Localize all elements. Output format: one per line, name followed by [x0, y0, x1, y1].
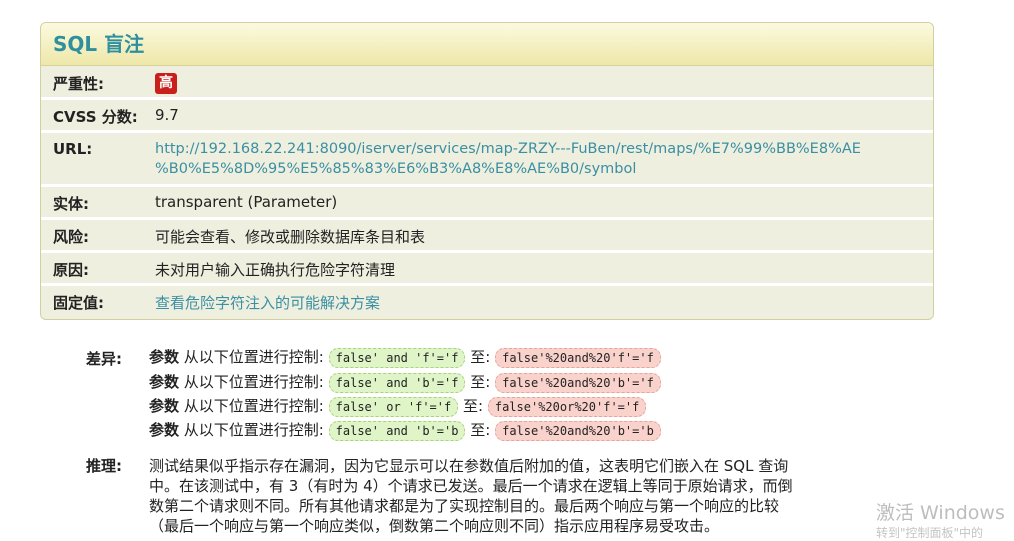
to-word: 至:	[470, 421, 491, 439]
control-text: 从以下位置进行控制:	[183, 348, 324, 366]
param-label: 参数	[149, 421, 180, 439]
fix-label: 固定值:	[53, 294, 104, 312]
difference-line: 参数 从以下位置进行控制: false' and 'b'='b 至: false…	[149, 419, 661, 441]
severity-row: 严重性: 高	[41, 66, 933, 100]
severity-value: 高	[155, 73, 933, 94]
difference-line: 参数 从以下位置进行控制: false' and 'b'='f 至: false…	[149, 371, 661, 393]
windows-activation-watermark: 激活 Windows	[876, 502, 1005, 524]
cause-label: 原因:	[53, 261, 89, 279]
cause-value: 未对用户输入正确执行危险字符清理	[155, 261, 396, 279]
control-text: 从以下位置进行控制:	[183, 397, 324, 415]
risk-value: 可能会查看、修改或删除数据库条目和表	[155, 228, 426, 246]
control-text: 从以下位置进行控制:	[183, 373, 324, 391]
param-label: 参数	[149, 348, 180, 366]
cause-row: 原因: 未对用户输入正确执行危险字符清理	[41, 253, 933, 286]
issue-title: SQL 盲注	[41, 23, 933, 66]
to-word: 至:	[470, 373, 491, 391]
control-text: 从以下位置进行控制:	[183, 421, 324, 439]
url-value: http://192.168.22.241:8090/iserver/servi…	[155, 139, 933, 179]
to-word: 至:	[463, 397, 484, 415]
reasoning-line: 中。在该测试中，有 3（有时为 4）个请求已发送。最后一个请求在逻辑上等同于原始…	[149, 477, 793, 495]
reasoning-label: 推理:	[86, 457, 122, 475]
url-label: URL:	[53, 140, 93, 158]
difference-line: 参数 从以下位置进行控制: false' and 'f'='f 至: false…	[149, 346, 661, 368]
original-value: false' or 'f'='f	[328, 397, 459, 417]
modified-value: false'%20and%20'b'='b	[495, 421, 661, 441]
severity-badge: 高	[155, 73, 177, 94]
to-word: 至:	[470, 348, 491, 366]
modified-value: false'%20and%20'b'='f	[495, 373, 661, 393]
fix-value: 查看危险字符注入的可能解决方案	[155, 292, 933, 313]
entity-row: 实体: transparent (Parameter)	[41, 187, 933, 220]
reasoning-text: 测试结果似乎指示存在漏洞，因为它显示可以在参数值后附加的值，这表明它们嵌入在 S…	[149, 456, 891, 536]
param-label: 参数	[149, 373, 180, 391]
original-value: false' and 'f'='f	[328, 348, 466, 368]
reasoning-line: 测试结果似乎指示存在漏洞，因为它显示可以在参数值后附加的值，这表明它们嵌入在 S…	[149, 457, 789, 475]
risk-label: 风险:	[53, 228, 89, 246]
entity-label: 实体:	[53, 195, 89, 213]
modified-value: false'%20or%20'f'='f	[487, 397, 647, 417]
differences-label: 差异:	[86, 350, 122, 368]
reasoning-line: 数第二个请求则不同。所有其他请求都是为了实现控制目的。最后两个响应与第一个响应的…	[149, 497, 780, 515]
windows-activation-hint: 转到"控制面板"中的	[876, 526, 984, 540]
url-link-line1[interactable]: http://192.168.22.241:8090/iserver/servi…	[155, 141, 861, 157]
cvss-row: CVSS 分数: 9.7	[41, 100, 933, 133]
fix-link[interactable]: 查看危险字符注入的可能解决方案	[155, 294, 380, 312]
risk-row: 风险: 可能会查看、修改或删除数据库条目和表	[41, 220, 933, 253]
modified-value: false'%20and%20'f'='f	[495, 348, 661, 368]
url-row: URL: http://192.168.22.241:8090/iserver/…	[41, 133, 933, 187]
param-label: 参数	[149, 397, 180, 415]
url-link-line2[interactable]: %B0%E5%8D%95%E5%85%83%E6%B3%A8%E8%AE%B0/…	[155, 161, 636, 177]
difference-line: 参数 从以下位置进行控制: false' or 'f'='f 至: false'…	[149, 395, 647, 417]
issue-card: SQL 盲注 严重性: 高 CVSS 分数: 9.7 URL: http://1…	[40, 22, 934, 320]
reasoning-line: （最后一个响应与第一个响应类似，倒数第二个响应则不同）指示应用程序易受攻击。	[149, 517, 720, 535]
cvss-label: CVSS 分数:	[53, 108, 138, 126]
fix-row: 固定值: 查看危险字符注入的可能解决方案	[41, 286, 933, 318]
original-value: false' and 'b'='f	[328, 373, 466, 393]
entity-value: transparent (Parameter)	[155, 193, 338, 211]
original-value: false' and 'b'='b	[328, 421, 466, 441]
cvss-value: 9.7	[155, 106, 179, 124]
severity-label: 严重性:	[53, 75, 104, 93]
